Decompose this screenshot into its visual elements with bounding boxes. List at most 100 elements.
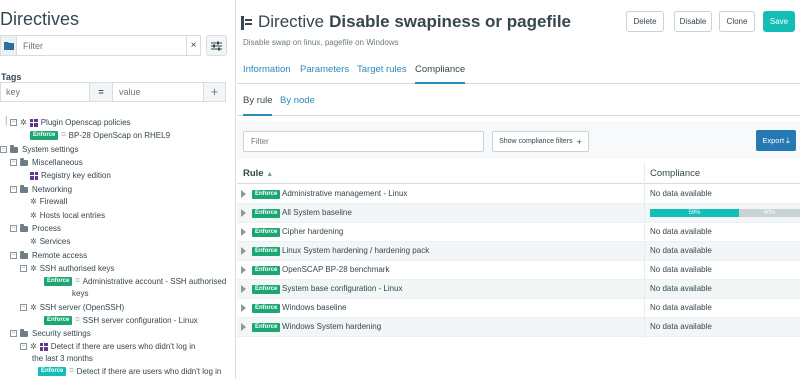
expand-caret-icon[interactable] (241, 247, 246, 255)
compliance-subtabs: By rule By node (237, 92, 800, 116)
enforce-badge: Enforce (252, 228, 281, 237)
tree-leaf-label: Detect if there are users who didn't log… (76, 367, 222, 376)
compliance-bar[interactable]: 59% 40% (650, 209, 800, 217)
tree-leaf-bp28-rhel9[interactable]: Enforce ⧉ BP-28 OpenScap on RHEL9 (30, 129, 170, 142)
tree-leaf-services[interactable]: ✲ Services (30, 235, 70, 248)
tree-node-plugin-openscap[interactable]: − ✲ Plugin Openscap policies (10, 116, 131, 129)
expand-caret-icon[interactable] (241, 304, 246, 312)
tree-node-label: Remote access (32, 251, 88, 260)
collapse-toggle-icon[interactable]: − (10, 159, 17, 166)
collapse-toggle-icon[interactable]: − (20, 343, 27, 350)
collapse-toggle-icon[interactable]: − (10, 186, 17, 193)
rule-name[interactable]: Windows baseline (282, 303, 346, 312)
folder-icon (20, 157, 28, 166)
collapse-toggle-icon[interactable]: − (10, 330, 17, 337)
rule-name[interactable]: OpenSCAP BP-28 benchmark (282, 265, 389, 274)
directive-name: Disable swapiness or pagefile (329, 12, 571, 31)
table-row[interactable]: Enforce Windows baseline No data available (237, 299, 800, 318)
column-header-compliance[interactable]: Compliance (650, 168, 700, 179)
detail-tabs: Information Parameters Target rules Comp… (237, 60, 800, 84)
clear-filter-button[interactable]: × (186, 35, 201, 56)
add-tag-button[interactable]: + (204, 82, 226, 102)
disable-button[interactable]: Disable (674, 11, 712, 32)
tree-node-label: Security settings (32, 329, 91, 338)
tree-node-security-settings[interactable]: − Security settings (10, 327, 91, 340)
filter-settings-icon[interactable] (206, 35, 227, 56)
gear-icon: ✲ (30, 264, 37, 273)
tab-compliance[interactable]: Compliance (415, 64, 465, 75)
column-header-label: Rule (243, 168, 264, 179)
clone-button[interactable]: Clone (719, 11, 755, 32)
compliance-value: No data available (650, 284, 712, 293)
tree-node-remote-access[interactable]: − Remote access (10, 249, 87, 262)
tree-node-label: SSH authorised keys (39, 264, 115, 273)
download-icon: ⤓ (786, 135, 790, 145)
compliance-filter-input[interactable] (243, 131, 484, 152)
directive-detail: Directive Disable swapiness or pagefile … (237, 0, 800, 379)
tree-leaf-label: Hosts local entries (39, 211, 106, 220)
tree-node-label: System settings (22, 145, 79, 154)
magic-wand-icon (241, 15, 252, 30)
rule-name[interactable]: Windows System hardening (282, 322, 381, 331)
folder-icon (20, 250, 28, 259)
tag-key-input[interactable] (0, 82, 90, 102)
tree-leaf-ssh-server-config[interactable]: Enforce ⧉ SSH server configuration - Lin… (44, 314, 198, 327)
collapse-toggle-icon[interactable]: − (10, 119, 17, 126)
windows-icon (29, 118, 38, 127)
rule-name[interactable]: Cipher hardening (282, 227, 343, 236)
expand-caret-icon[interactable] (241, 209, 246, 217)
tab-parameters[interactable]: Parameters (300, 64, 349, 75)
show-compliance-filters-button[interactable]: Show compliance filters + (492, 131, 589, 152)
windows-icon (30, 171, 38, 180)
tree-node-system-settings[interactable]: − System settings (0, 143, 78, 156)
collapse-toggle-icon[interactable]: − (10, 225, 17, 232)
table-row[interactable]: Enforce Windows System hardening No data a… (237, 318, 800, 337)
table-row[interactable]: Enforce System base configuration - Linux… (237, 280, 800, 299)
directives-app: Directives × Tags = (0, 0, 800, 379)
rule-name[interactable]: Administrative management - Linux (282, 189, 407, 198)
subtab-by-node[interactable]: By node (280, 95, 315, 106)
tree-node-process[interactable]: − Process (10, 222, 61, 235)
directives-sidebar: Directives × Tags = (0, 0, 236, 379)
directive-description: Disable swap on linux, pagefile on Windo… (243, 38, 399, 47)
rule-name[interactable]: Linux System hardening / hardening pack (282, 246, 429, 255)
subtab-by-rule[interactable]: By rule (243, 95, 273, 106)
tree-leaf-hosts-local[interactable]: ✲ Hosts local entries (30, 209, 105, 222)
tree-leaf-registry-key[interactable]: Registry key edition (30, 169, 111, 182)
table-row[interactable]: Enforce Cipher hardening No data available (237, 223, 800, 242)
save-button[interactable]: Save (763, 11, 795, 32)
compliance-value: No data available (650, 322, 712, 331)
enforce-badge: Enforce (252, 323, 281, 332)
collapse-toggle-icon[interactable]: − (20, 304, 27, 311)
tree-filter-input[interactable] (17, 35, 187, 56)
delete-button[interactable]: Delete (626, 11, 664, 32)
tab-information[interactable]: Information (243, 64, 291, 75)
expand-caret-icon[interactable] (241, 228, 246, 236)
tab-target-rules[interactable]: Target rules (357, 64, 407, 75)
collapse-toggle-icon[interactable]: − (20, 265, 27, 272)
tree-node-ssh-keys[interactable]: − ✲ SSH authorised keys (20, 262, 114, 275)
compliance-value: No data available (650, 246, 712, 255)
tree-node-ssh-server[interactable]: − ✲ SSH server (OpenSSH) (20, 301, 124, 314)
expand-caret-icon[interactable] (241, 285, 246, 293)
tree-leaf-detect-users[interactable]: Enforce ⧉ Detect if there are users who … (38, 365, 221, 378)
column-header-rule[interactable]: Rule ▲ (243, 168, 273, 179)
table-row[interactable]: Enforce Linux System hardening / hardenin… (237, 242, 800, 261)
compliance-success-segment: 59% (650, 209, 739, 217)
table-row[interactable]: Enforce OpenSCAP BP-28 benchmark No data a… (237, 261, 800, 280)
collapse-toggle-icon[interactable]: − (10, 252, 17, 259)
tag-value-input[interactable] (112, 82, 204, 102)
tree-node-miscellaneous[interactable]: − Miscellaneous (10, 156, 83, 169)
expand-caret-icon[interactable] (241, 323, 246, 331)
expand-caret-icon[interactable] (241, 190, 246, 198)
rule-name[interactable]: System base configuration - Linux (282, 284, 403, 293)
table-row[interactable]: Enforce Administrative management - Linux… (237, 185, 800, 204)
collapse-toggle-icon[interactable]: − (0, 146, 7, 153)
folder-icon[interactable] (0, 35, 17, 56)
expand-caret-icon[interactable] (241, 266, 246, 274)
title-prefix: Directive (258, 12, 325, 31)
table-row[interactable]: Enforce All System baseline 59% 40% (237, 204, 800, 223)
tree-leaf-firewall[interactable]: ✲ Firewall (30, 195, 67, 208)
rule-name[interactable]: All System baseline (282, 208, 352, 217)
export-button[interactable]: Export ⤓ (756, 130, 796, 151)
